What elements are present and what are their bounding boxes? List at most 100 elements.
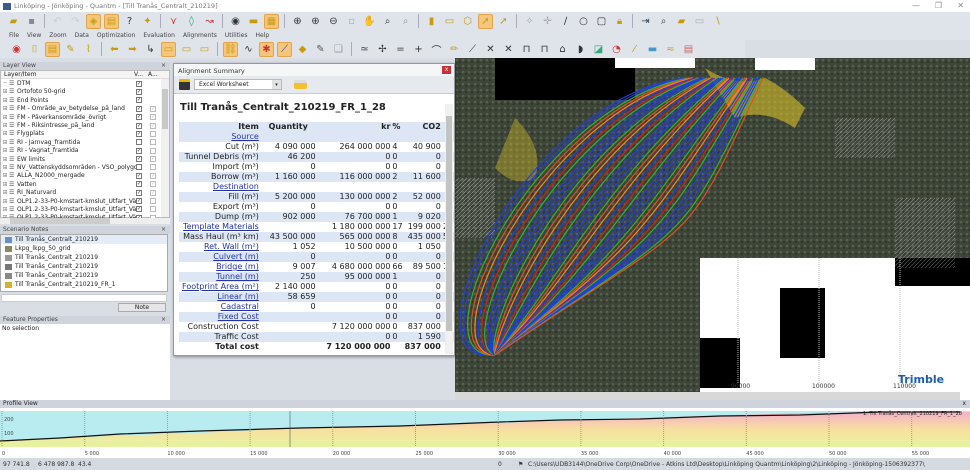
expand-icon[interactable]: ⊞ (1, 189, 9, 196)
profile-1-icon[interactable]: ▭ (161, 41, 176, 57)
row-item[interactable]: Footprint Area (m²) (179, 282, 260, 292)
expand-icon[interactable]: ⊞ (1, 130, 9, 137)
note-input[interactable] (1, 294, 167, 302)
properties-icon[interactable]: ▤ (104, 13, 119, 29)
active-checkbox[interactable] (150, 206, 156, 213)
import-icon[interactable]: ⇥ (638, 14, 653, 29)
ip-icon[interactable]: ✢ (375, 42, 390, 57)
visible-checkbox[interactable] (136, 164, 142, 171)
active-checkbox[interactable]: ✓ (150, 189, 156, 196)
menu-evaluation[interactable]: Evaluation (143, 32, 175, 39)
scenario-item[interactable]: Till Tranås_Centralt_210219 (1, 271, 167, 280)
zoom-window-icon[interactable]: ▫ (344, 14, 359, 29)
menu-view[interactable]: View (27, 32, 41, 39)
menu-optimization[interactable]: Optimization (97, 32, 135, 39)
profile-chart[interactable]: 0 5 000 10 000 15 000 20 000 25 000 30 000 35 0… (0, 408, 970, 458)
layer-row[interactable]: ⊞ ☰ FM - Område_av_betydelse_på_land ✓ ✓ (1, 105, 169, 113)
alignments-icon[interactable]: ⋎ (166, 14, 181, 29)
active-checkbox[interactable] (150, 164, 156, 171)
visible-checkbox[interactable]: ✓ (136, 80, 142, 87)
add-point-icon[interactable]: ✧ (522, 14, 537, 29)
menu-help[interactable]: Help (255, 32, 269, 39)
row-item[interactable]: Tunnel (m) (179, 272, 260, 282)
link-icon[interactable]: ⛓ (223, 41, 238, 57)
arc-icon[interactable]: ⌒ (429, 42, 444, 57)
water-icon[interactable]: ▬ (645, 42, 660, 57)
arrow-left-icon[interactable]: ⬅ (107, 42, 122, 57)
row-item[interactable]: Bridge (m) (179, 262, 260, 272)
active-checkbox[interactable] (150, 139, 156, 146)
grid-icon[interactable]: ▦ (264, 13, 279, 29)
scenario-item[interactable]: Till Tranås_Centralt_210219 (1, 235, 167, 244)
profile-3-icon[interactable]: ▭ (197, 42, 212, 57)
ruler-icon[interactable]: ∖ (710, 14, 725, 29)
add-node-icon[interactable]: ✛ (540, 14, 555, 29)
row-item[interactable]: Source (179, 132, 260, 142)
map-h-scrollbar[interactable] (455, 392, 960, 400)
open-icon[interactable]: ▰ (6, 14, 21, 29)
select-icon[interactable]: ➚ (478, 13, 493, 29)
map-view[interactable]: 90000 100000 110000 Trimble (455, 58, 970, 400)
scenario-item[interactable]: Till Tranås_Centralt_210219 (1, 262, 167, 271)
hide-icon[interactable]: ◉ (9, 42, 24, 57)
visible-checkbox[interactable]: ✓ (136, 206, 142, 213)
bridge-icon[interactable]: ⊓ (519, 42, 534, 57)
visible-checkbox[interactable]: ✓ (136, 114, 142, 121)
find-icon[interactable]: ⌕ (656, 14, 671, 29)
profile-2-icon[interactable]: ▭ (179, 42, 194, 57)
pan-icon[interactable]: ✋ (362, 14, 377, 29)
layer-row[interactable]: ⊞ ☰ FM - Påverkansområde_övrigt ✓ ✓ (1, 113, 169, 121)
close-icon[interactable]: x (962, 400, 966, 408)
restore-button[interactable]: ❐ (935, 1, 942, 10)
visible-checkbox[interactable]: ✓ (136, 198, 142, 205)
arrow-right-icon[interactable]: ➡ (125, 42, 140, 57)
layer-h-scrollbar[interactable] (0, 218, 170, 224)
route-icon[interactable]: ↝ (202, 14, 217, 29)
layer-row[interactable]: ─ ☰ DTM ✓ (1, 79, 169, 87)
menu-data[interactable]: Data (75, 32, 89, 39)
zoom-previous-icon[interactable]: ⌕ (380, 14, 395, 29)
expand-icon[interactable]: ⊞ (1, 139, 9, 146)
snake-icon[interactable]: ∿ (241, 42, 256, 57)
expand-icon[interactable]: ⊞ (1, 181, 9, 188)
layer-row[interactable]: ⊞ ☰ FM - Riksintresse_på_land ✓ ✓ (1, 121, 169, 129)
close-window-button[interactable]: ✕ (957, 1, 964, 10)
scenario-item[interactable]: Lkpg_lkpg_50_grid (1, 244, 167, 253)
active-checkbox[interactable]: ✓ (150, 156, 156, 163)
menu-utilities[interactable]: Utilities (225, 32, 248, 39)
active-checkbox[interactable] (150, 147, 156, 154)
network-icon[interactable]: ✱ (259, 41, 274, 57)
visible-checkbox[interactable]: ✓ (136, 189, 142, 196)
grade-icon[interactable]: ⟋ (465, 42, 480, 57)
corridor-icon[interactable]: ◊ (184, 14, 199, 29)
expand-icon[interactable]: ⊞ (1, 156, 9, 163)
visible-checkbox[interactable]: ✓ (136, 130, 142, 137)
active-checkbox[interactable]: ✓ (150, 114, 156, 121)
expand-icon[interactable]: ⊞ (1, 172, 9, 179)
map-canvas[interactable]: 90000 100000 110000 Trimble (455, 58, 970, 400)
compass-icon[interactable]: ◔ (609, 42, 624, 57)
visible-checkbox[interactable]: ✓ (136, 147, 142, 154)
expand-icon[interactable]: ⊞ (1, 88, 9, 95)
close-icon[interactable]: × (161, 316, 166, 324)
expand-icon[interactable]: ⊞ (1, 97, 9, 104)
note-button[interactable]: Note (118, 303, 166, 312)
layer-row[interactable]: ⊞ ☰ Flygplats ✓ (1, 130, 169, 138)
active-checkbox[interactable]: ✓ (150, 172, 156, 179)
edit-icon[interactable]: ✎ (313, 42, 328, 57)
lock-icon[interactable]: 🔒︎ (612, 14, 627, 29)
scenario-item[interactable]: Till Tranås_Centralt_210219_FR_1 (1, 280, 167, 289)
visible-checkbox[interactable]: ✓ (136, 181, 142, 188)
zoom-next-icon[interactable]: ⌕ (398, 14, 413, 29)
expand-icon[interactable]: ⊞ (1, 114, 9, 121)
visible-checkbox[interactable]: ✓ (136, 156, 142, 163)
close-icon[interactable]: × (161, 62, 166, 70)
row-item[interactable]: Destination (179, 182, 260, 192)
row-item[interactable]: Cadastral (179, 302, 260, 312)
layer-row[interactable]: ⊞☰OLP1.2-33-P0-kmstart-kmslut_Utfart_Väs… (1, 197, 169, 205)
polygon-icon[interactable]: ⬡ (460, 14, 475, 29)
path-icon[interactable]: ⌇ (81, 42, 96, 57)
terrain-icon[interactable]: ◆ (295, 42, 310, 57)
layer-row[interactable]: ⊞ ☰ End Points ✓ (1, 96, 169, 104)
layer-row[interactable]: ⊞ ☰ Vatten ✓ ✓ (1, 180, 169, 188)
